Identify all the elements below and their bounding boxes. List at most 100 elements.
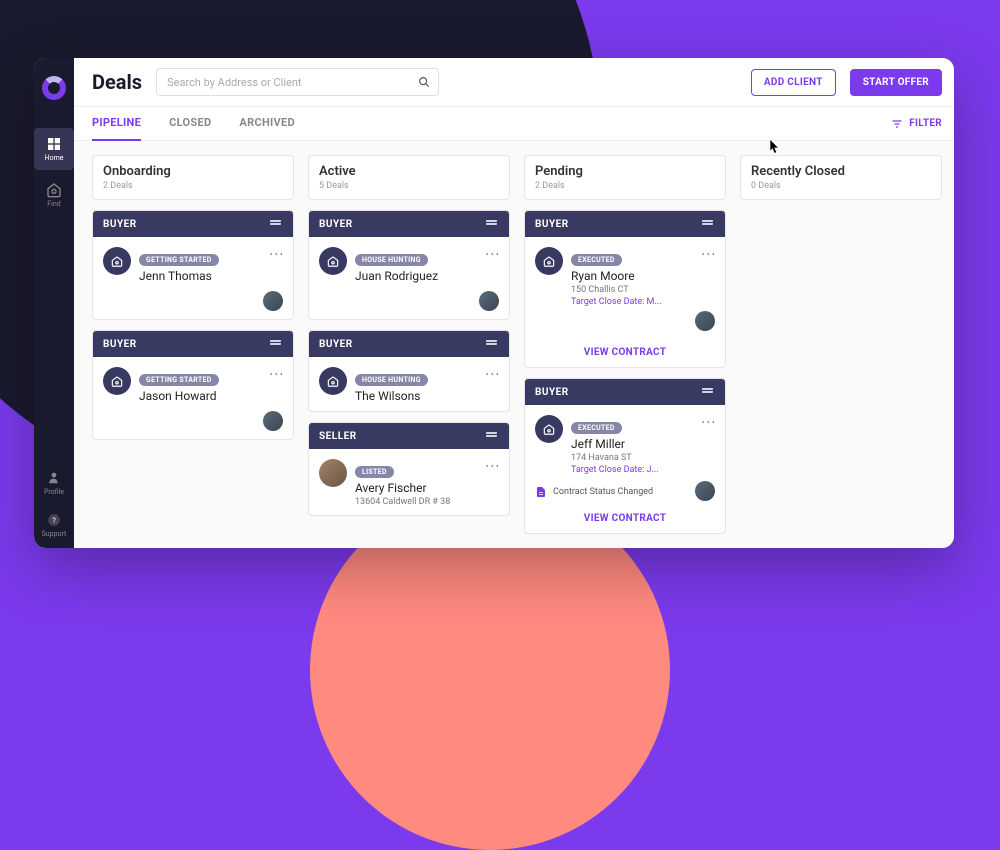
- column-title: Onboarding: [103, 164, 283, 179]
- card-type-label: BUYER: [535, 387, 569, 398]
- client-name: Jeff Miller: [571, 437, 693, 451]
- card-type-bar: BUYER ＝: [309, 211, 509, 237]
- house-icon: [535, 415, 563, 443]
- card-drag-icon[interactable]: ＝: [485, 217, 500, 231]
- column-onboarding: Onboarding 2 Deals BUYER ＝: [92, 155, 294, 534]
- header: Deals ADD CLIENT START OFFER: [74, 58, 954, 107]
- page-title: Deals: [92, 70, 142, 94]
- column-title: Recently Closed: [751, 164, 931, 179]
- agent-avatar[interactable]: [263, 291, 283, 311]
- card-drag-icon[interactable]: ＝: [485, 429, 500, 443]
- status-badge: EXECUTED: [571, 254, 622, 266]
- sidebar-item-profile[interactable]: Profile: [34, 464, 74, 502]
- address: 174 Havana ST: [571, 453, 693, 463]
- filter-icon: [891, 118, 903, 130]
- card-drag-icon[interactable]: ＝: [701, 217, 716, 231]
- status-badge: LISTED: [355, 466, 394, 478]
- agent-avatar[interactable]: [695, 311, 715, 331]
- status-badge: GETTING STARTED: [139, 374, 219, 386]
- column-title: Active: [319, 164, 499, 179]
- column-header: Active 5 Deals: [308, 155, 510, 200]
- start-offer-button[interactable]: START OFFER: [850, 69, 942, 96]
- column-count: 5 Deals: [319, 181, 499, 191]
- more-icon[interactable]: ⋮: [485, 247, 499, 261]
- agent-avatar[interactable]: [695, 481, 715, 501]
- mouse-cursor-icon: [770, 140, 780, 154]
- column-pending: Pending 2 Deals BUYER ＝: [524, 155, 726, 534]
- deal-card[interactable]: BUYER ＝ GETTING STARTED Jason Howard: [92, 330, 294, 440]
- card-type-bar: SELLER ＝: [309, 423, 509, 449]
- app-window: Home Find Profile ? Support: [34, 58, 954, 548]
- card-type-label: BUYER: [319, 339, 353, 350]
- card-type-label: BUYER: [319, 219, 353, 230]
- view-contract-link[interactable]: VIEW CONTRACT: [525, 339, 725, 368]
- card-drag-icon[interactable]: ＝: [485, 337, 500, 351]
- more-icon[interactable]: ⋮: [269, 367, 283, 381]
- sidebar-item-label: Support: [42, 530, 67, 538]
- tabs-row: PIPELINE CLOSED ARCHIVED FILTER: [74, 107, 954, 141]
- more-icon[interactable]: ⋮: [701, 247, 715, 261]
- column-count: 2 Deals: [535, 181, 715, 191]
- column-count: 0 Deals: [751, 181, 931, 191]
- deal-card[interactable]: BUYER ＝ HOUSE HUNTING The Wilsons: [308, 330, 510, 412]
- card-type-label: SELLER: [319, 431, 357, 442]
- sidebar-item-label: Home: [45, 154, 64, 162]
- contract-status: Contract Status Changed: [553, 487, 653, 497]
- agent-avatar[interactable]: [263, 411, 283, 431]
- card-type-label: BUYER: [103, 339, 137, 350]
- card-type-label: BUYER: [103, 219, 137, 230]
- deal-card[interactable]: BUYER ＝ EXECUTED Jeff Miller: [524, 378, 726, 534]
- house-icon: [319, 367, 347, 395]
- view-contract-link[interactable]: VIEW CONTRACT: [525, 505, 725, 534]
- board: Onboarding 2 Deals BUYER ＝: [74, 141, 954, 548]
- more-icon[interactable]: ⋮: [485, 367, 499, 381]
- more-icon[interactable]: ⋮: [485, 459, 499, 473]
- deal-card[interactable]: SELLER ＝ LISTED Avery Fischer 13604 Cald…: [308, 422, 510, 516]
- client-name: Ryan Moore: [571, 269, 693, 283]
- sidebar-item-find[interactable]: Find: [34, 174, 74, 216]
- column-recently-closed: Recently Closed 0 Deals: [740, 155, 942, 534]
- tab-pipeline[interactable]: PIPELINE: [92, 106, 141, 141]
- house-icon: [103, 247, 131, 275]
- client-name: Jason Howard: [139, 389, 261, 403]
- search-input[interactable]: [156, 68, 439, 96]
- status-badge: GETTING STARTED: [139, 254, 219, 266]
- client-name: Juan Rodriguez: [355, 269, 477, 283]
- deal-card[interactable]: BUYER ＝ GETTING STARTED Jenn Thomas: [92, 210, 294, 320]
- house-icon: [103, 367, 131, 395]
- sidebar-item-home[interactable]: Home: [34, 128, 74, 170]
- card-drag-icon[interactable]: ＝: [269, 337, 284, 351]
- home-search-icon: [46, 182, 62, 198]
- column-title: Pending: [535, 164, 715, 179]
- house-icon: [319, 247, 347, 275]
- card-type-bar: BUYER ＝: [93, 331, 293, 357]
- column-count: 2 Deals: [103, 181, 283, 191]
- agent-avatar[interactable]: [479, 291, 499, 311]
- sidebar-item-label: Profile: [44, 488, 64, 496]
- tab-archived[interactable]: ARCHIVED: [239, 106, 295, 141]
- svg-text:?: ?: [52, 516, 56, 525]
- card-drag-icon[interactable]: ＝: [269, 217, 284, 231]
- add-client-button[interactable]: ADD CLIENT: [751, 69, 836, 96]
- sidebar-item-support[interactable]: ? Support: [34, 506, 74, 544]
- more-icon[interactable]: ⋮: [701, 415, 715, 429]
- deal-card[interactable]: BUYER ＝ EXECUTED Ryan Moore: [524, 210, 726, 368]
- logo-icon: [42, 76, 66, 100]
- more-icon[interactable]: ⋮: [269, 247, 283, 261]
- sidebar: Home Find Profile ? Support: [34, 58, 74, 548]
- house-photo-icon: [319, 459, 347, 487]
- column-header: Onboarding 2 Deals: [92, 155, 294, 200]
- card-type-bar: BUYER ＝: [525, 379, 725, 405]
- tab-closed[interactable]: CLOSED: [169, 106, 211, 141]
- sidebar-item-label: Find: [47, 200, 60, 208]
- filter-button[interactable]: FILTER: [891, 118, 942, 130]
- card-type-label: BUYER: [535, 219, 569, 230]
- deal-card[interactable]: BUYER ＝ HOUSE HUNTING Juan Rodriguez: [308, 210, 510, 320]
- person-icon: [46, 470, 62, 486]
- client-name: The Wilsons: [355, 389, 477, 403]
- status-badge: HOUSE HUNTING: [355, 254, 428, 266]
- document-icon: [535, 485, 547, 499]
- card-drag-icon[interactable]: ＝: [701, 385, 716, 399]
- dashboard-icon: [46, 136, 62, 152]
- address: 13604 Caldwell DR # 38: [355, 497, 477, 507]
